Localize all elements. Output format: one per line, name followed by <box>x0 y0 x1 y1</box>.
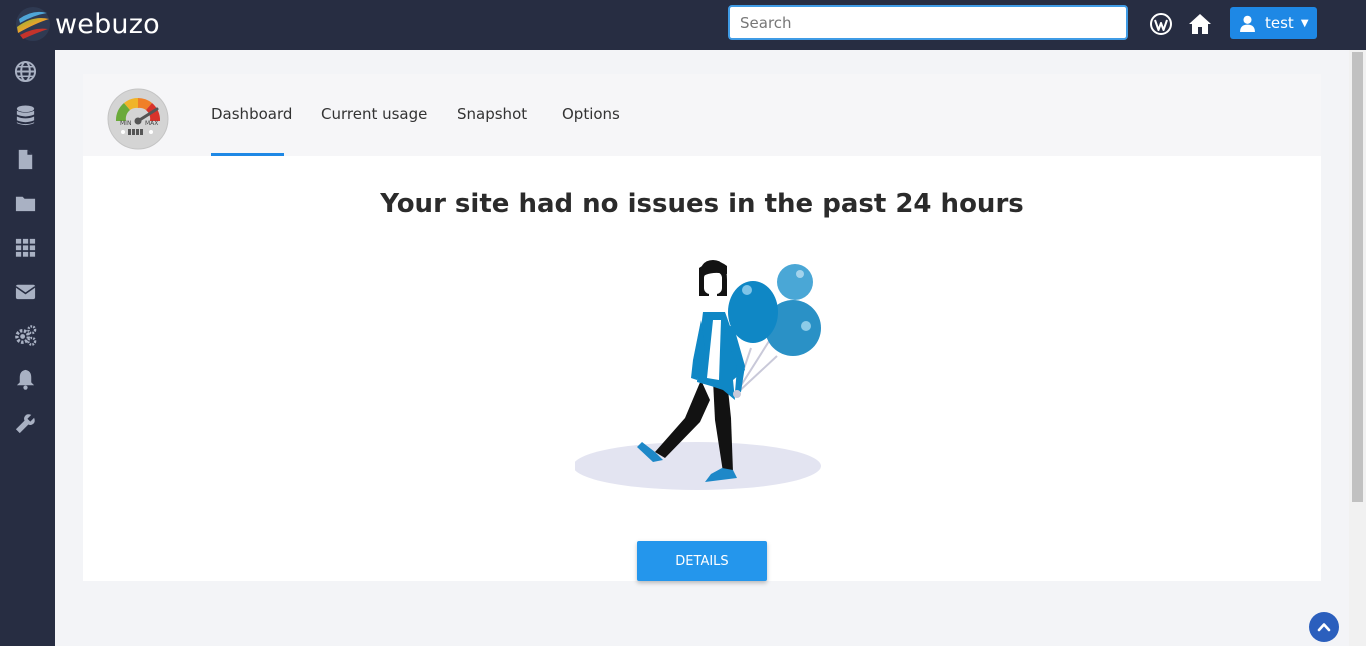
gauge-max-label: MAX <box>145 120 158 127</box>
details-button[interactable]: DETAILS <box>637 541 767 581</box>
webuzo-logo-icon <box>16 7 50 41</box>
user-menu-button[interactable]: test ▼ <box>1230 7 1317 39</box>
top-bar: webuzo test ▼ <box>0 0 1366 50</box>
file-icon[interactable] <box>14 148 37 171</box>
gauge-min-label: MIN <box>120 120 131 127</box>
woman-with-balloons-illustration <box>575 260 821 490</box>
tab-snapshot[interactable]: Snapshot <box>457 105 527 123</box>
wordpress-icon[interactable] <box>1149 12 1173 36</box>
user-name: test <box>1265 14 1294 32</box>
bell-icon[interactable] <box>14 368 37 391</box>
status-headline: Your site had no issues in the past 24 h… <box>380 189 1024 219</box>
globe-icon[interactable] <box>14 60 37 83</box>
tab-dashboard[interactable]: Dashboard <box>211 105 292 123</box>
gauge-icon: MIN MAX <box>107 88 169 150</box>
sidebar <box>0 50 55 646</box>
status-card: MIN MAX Dashboard Current usage Snapshot… <box>83 74 1321 581</box>
scroll-to-top-button[interactable] <box>1309 612 1339 642</box>
database-icon[interactable] <box>14 104 37 127</box>
user-icon <box>1240 15 1255 32</box>
logo[interactable]: webuzo <box>14 4 160 44</box>
wrench-icon[interactable] <box>14 412 37 435</box>
tab-current-usage[interactable]: Current usage <box>321 105 427 123</box>
gears-icon[interactable] <box>14 324 37 347</box>
page-scrollbar[interactable] <box>1349 50 1366 646</box>
active-tab-indicator <box>211 153 284 156</box>
logo-text: webuzo <box>55 8 160 40</box>
tab-options[interactable]: Options <box>562 105 620 123</box>
scrollbar-thumb[interactable] <box>1352 52 1363 502</box>
folder-icon[interactable] <box>14 192 37 215</box>
caret-down-icon: ▼ <box>1300 17 1309 29</box>
home-icon[interactable] <box>1188 12 1212 36</box>
card-header: MIN MAX Dashboard Current usage Snapshot… <box>83 74 1321 156</box>
envelope-icon[interactable] <box>14 280 37 303</box>
search-input[interactable] <box>728 5 1128 40</box>
grid-icon[interactable] <box>14 236 37 259</box>
chevron-up-icon <box>1317 623 1331 632</box>
